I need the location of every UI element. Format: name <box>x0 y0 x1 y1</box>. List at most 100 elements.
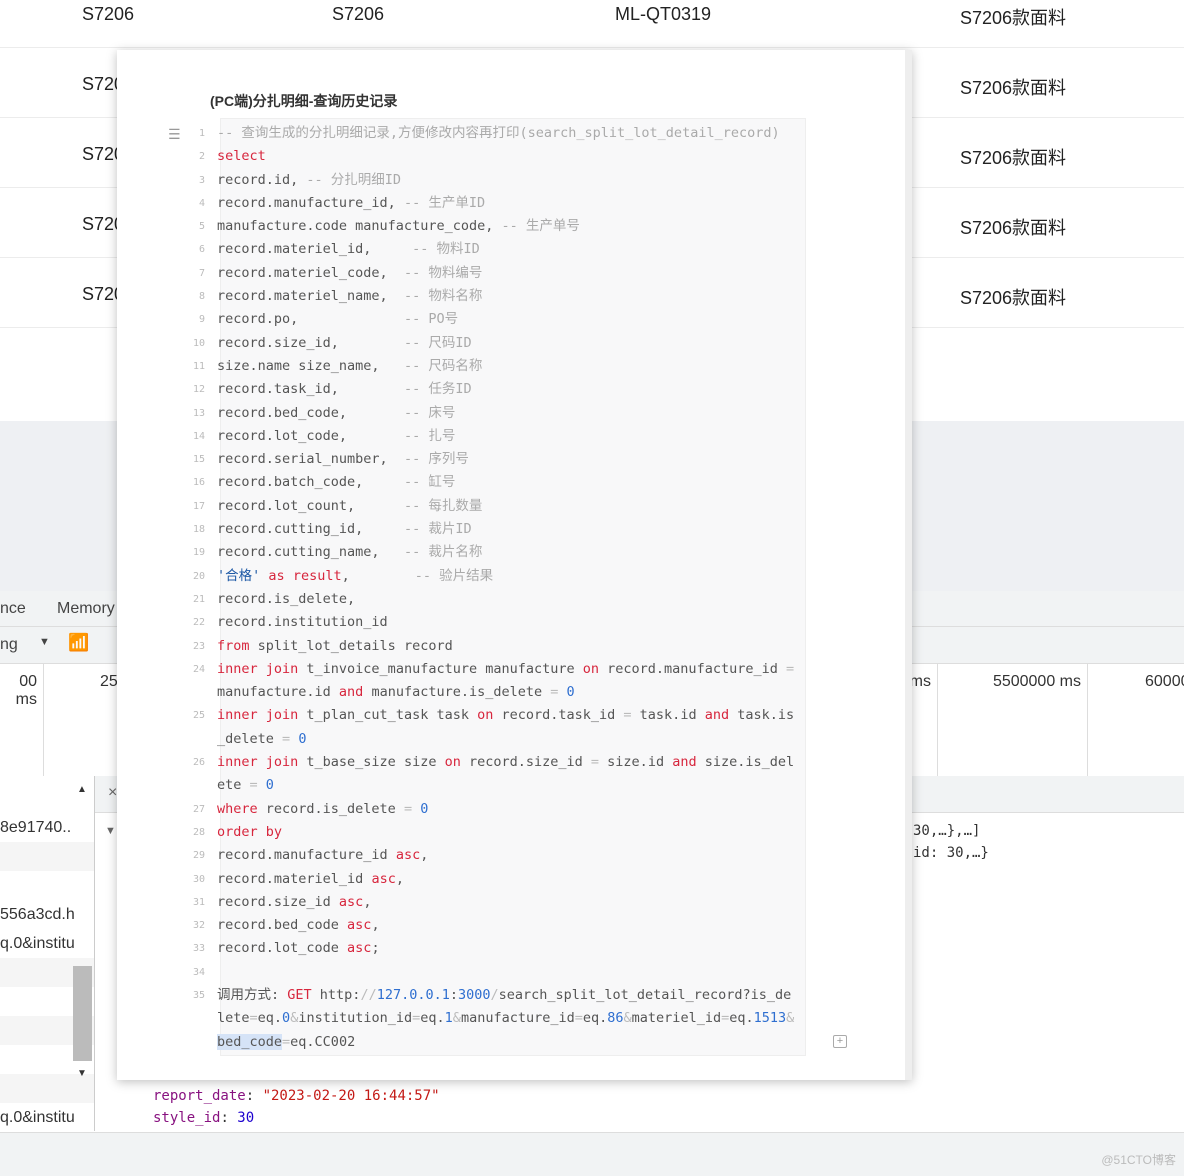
code-token: materiel_id <box>631 1010 722 1027</box>
code-token: asc <box>371 870 396 887</box>
scroll-up-icon[interactable]: ▲ <box>77 784 87 795</box>
line-number: 18 <box>192 524 205 536</box>
code-token: -- 每扎数量 <box>403 497 483 514</box>
code-token: record.lot_code, <box>217 427 404 444</box>
line-number: 29 <box>192 850 205 862</box>
timeline-cell: 5500000 ms <box>938 664 1088 776</box>
modal-scrollbar[interactable] <box>905 50 912 1080</box>
line-text: manufacture.code manufacture_code, -- 生产… <box>217 215 807 238</box>
wifi-settings-icon[interactable]: 📶 <box>68 633 89 653</box>
code-line: 21 record.is_delete, <box>185 588 807 611</box>
line-number: 6 <box>198 244 205 256</box>
code-token: , <box>420 847 429 864</box>
code-token: record.is_delete, <box>217 590 356 607</box>
line-number: 7 <box>198 267 205 279</box>
cell: S7206 <box>82 4 135 24</box>
line-text: record.is_delete, <box>217 588 807 611</box>
tab-performance[interactable]: nce <box>0 600 26 618</box>
line-text: inner join t_invoice_manufacture manufac… <box>217 658 807 705</box>
code-token: 调用方式: <box>217 986 288 1003</box>
code-token: // <box>360 986 377 1003</box>
request-item[interactable] <box>0 871 94 900</box>
request-item[interactable] <box>0 842 94 871</box>
code-token: -- 分扎明细ID <box>306 171 402 188</box>
line-text: size.name size_name, -- 尺码名称 <box>217 355 807 378</box>
request-item[interactable]: 8e91740.. <box>0 813 94 842</box>
timeline-cell: 00 ms <box>0 664 44 776</box>
cell: ML-QT0319 <box>615 4 712 24</box>
line-number: 2 <box>198 151 205 163</box>
code-token: -- 物料名称 <box>403 288 483 305</box>
code-token: & <box>786 1010 795 1027</box>
code-token: t_invoice_manufacture manufacture <box>298 660 583 677</box>
scrollbar-thumb[interactable] <box>73 966 92 1061</box>
line-text: where record.is_delete = 0 <box>217 798 807 821</box>
code-token: order by <box>217 823 283 840</box>
code-line: 13 record.bed_code, -- 床号 <box>185 402 807 425</box>
line-text: record.manufacture_id asc, <box>217 844 807 867</box>
code-token: = <box>721 1010 730 1027</box>
code-line: 11 size.name size_name, -- 尺码名称 <box>185 355 807 378</box>
code-token: GET <box>287 986 312 1003</box>
code-line: 7 record.materiel_code, -- 物料编号 <box>185 262 807 285</box>
code-token: 1 <box>444 1010 453 1027</box>
request-item[interactable]: q.0&institu <box>0 1103 94 1131</box>
line-text: record.cutting_id, -- 裁片ID <box>217 518 807 541</box>
code-line: 28 order by <box>185 821 807 844</box>
throttling-select[interactable]: ng <box>0 636 18 654</box>
code-token: record.materiel_id <box>217 870 372 887</box>
code-line: 22 record.institution_id <box>185 611 807 634</box>
code-token: task.id <box>631 707 705 724</box>
request-item[interactable]: 556a3cd.h <box>0 900 94 929</box>
timeline-cell: 25 <box>44 664 119 776</box>
code-token: : <box>449 986 458 1003</box>
expand-triangle-icon[interactable]: ▼ <box>105 825 116 837</box>
line-number: 17 <box>192 500 205 512</box>
cell: S7206 <box>332 4 385 24</box>
code-token: , <box>341 567 415 584</box>
watermark: @51CTO博客 <box>1101 1153 1176 1167</box>
code-line: 15 record.serial_number, -- 序列号 <box>185 448 807 471</box>
code-token: inner join <box>217 707 299 724</box>
code-line: 31 record.size_id asc, <box>185 891 807 914</box>
line-text: record.lot_code, -- 扎号 <box>217 425 807 448</box>
line-text: from split_lot_details record <box>217 635 807 658</box>
close-icon[interactable]: × <box>108 784 117 802</box>
tab-memory[interactable]: Memory <box>57 600 115 618</box>
code-token: -- 序列号 <box>403 451 469 468</box>
code-token: eq. <box>420 1010 445 1027</box>
menu-icon[interactable]: ☰ <box>168 126 181 143</box>
code-line: 16 record.batch_code, -- 缸号 <box>185 471 807 494</box>
table-header-row: S7206 S7206 ML-QT0319 S7206款面料 <box>0 0 1184 48</box>
code-token: -- 尺码名称 <box>403 357 483 374</box>
code-token: and <box>338 684 364 701</box>
line-text: record.bed_code, -- 床号 <box>217 402 807 425</box>
code-line: 5 manufacture.code manufacture_code, -- 生… <box>185 215 807 238</box>
code-token: record.is_delete <box>257 800 404 817</box>
code-line: 9 record.po, -- PO号 <box>185 308 807 331</box>
line-number: 11 <box>192 360 205 372</box>
code-token: & <box>623 1010 632 1027</box>
code-token: 0 <box>282 1010 291 1027</box>
line-text: record.id, -- 分扎明细ID <box>217 169 807 192</box>
cell: S7206款面料 <box>960 8 1067 28</box>
code-token: size.name size_name, <box>217 357 404 374</box>
scroll-down-icon[interactable]: ▼ <box>77 1068 87 1079</box>
code-token: record.materiel_code, <box>217 264 404 281</box>
line-number: 34 <box>192 966 205 978</box>
code-token: -- 裁片ID <box>403 521 472 538</box>
code-token: asc <box>347 940 372 957</box>
code-token: record.size_id <box>460 754 591 771</box>
add-comment-icon[interactable]: + <box>833 1035 847 1048</box>
code-line: 6 record.materiel_id, -- 物料ID <box>185 238 807 261</box>
line-number: 30 <box>192 873 205 885</box>
code-line: 14 record.lot_code, -- 扎号 <box>185 425 807 448</box>
json-line: report_date: "2023-02-20 16:44:57" <box>153 1088 440 1104</box>
line-text: order by <box>217 821 807 844</box>
code-token: -- 任务ID <box>403 381 472 398</box>
request-item[interactable]: q.0&institu <box>0 929 94 958</box>
chevron-down-icon[interactable]: ▼ <box>39 636 50 648</box>
request-list[interactable]: 8e91740.. 556a3cd.h q.0&institu q.0&inst… <box>0 776 95 1131</box>
code-token: = <box>282 730 291 747</box>
